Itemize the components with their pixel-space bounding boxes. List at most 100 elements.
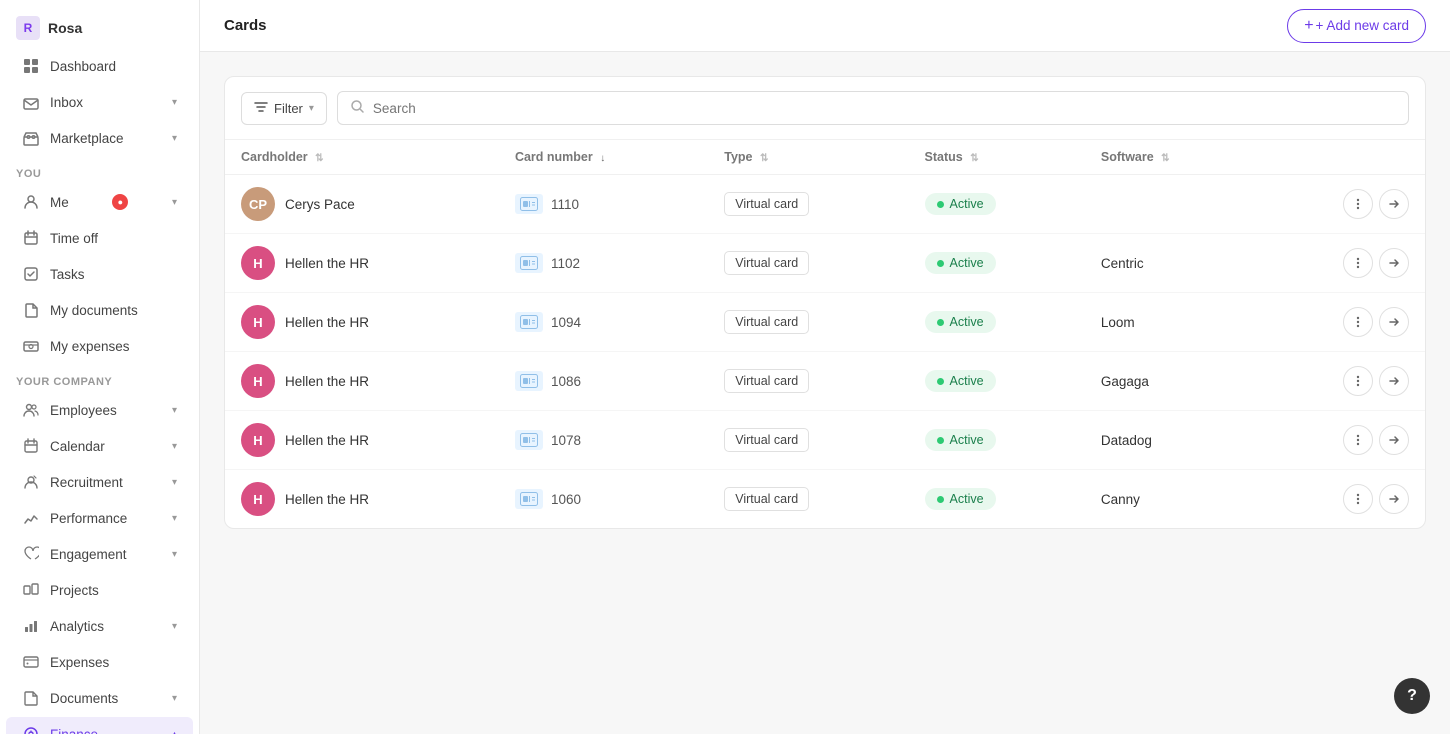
avatar: H — [241, 482, 275, 516]
page-title: Cards — [224, 17, 267, 34]
you-section-label: YOU — [0, 156, 199, 184]
sidebar-item-my-documents[interactable]: My documents — [6, 293, 193, 327]
store-icon — [22, 129, 40, 147]
sidebar-item-calendar[interactable]: Calendar ▾ — [6, 429, 193, 463]
more-options-button[interactable] — [1343, 307, 1373, 337]
sidebar-item-employees[interactable]: Employees ▾ — [6, 393, 193, 427]
more-options-button[interactable] — [1343, 425, 1373, 455]
sidebar-item-label: Analytics — [50, 619, 104, 634]
card-number: 1078 — [551, 433, 581, 448]
chevron-down-icon: ▾ — [172, 693, 177, 704]
status-badge: Active — [925, 252, 996, 274]
cardholder-cell: H Hellen the HR — [225, 411, 499, 470]
sidebar-item-label: Documents — [50, 691, 118, 706]
cards-table-container: Filter ▾ Cardholder ⇅ — [224, 76, 1426, 529]
sort-icon: ⇅ — [760, 153, 768, 164]
cardholder-cell: H Hellen the HR — [225, 234, 499, 293]
cardholder-name: Hellen the HR — [285, 492, 369, 507]
sidebar-item-label: Time off — [50, 231, 98, 246]
avatar: H — [241, 364, 275, 398]
actions-cell — [1257, 352, 1425, 411]
sidebar-item-label: Me — [50, 195, 69, 210]
filter-label: Filter — [274, 101, 303, 116]
sidebar-item-recruitment[interactable]: Recruitment ▾ — [6, 465, 193, 499]
notification-badge: ● — [112, 194, 128, 210]
type-badge: Virtual card — [724, 487, 809, 511]
go-to-card-button[interactable] — [1379, 248, 1409, 278]
sidebar-item-me[interactable]: Me ● ▾ — [6, 185, 193, 219]
go-to-card-button[interactable] — [1379, 484, 1409, 514]
more-options-button[interactable] — [1343, 189, 1373, 219]
sidebar-item-finance[interactable]: Finance ▴ — [6, 717, 193, 734]
sidebar-item-inbox[interactable]: Inbox ▾ — [6, 85, 193, 119]
col-cardholder[interactable]: Cardholder ⇅ — [225, 140, 499, 175]
card-number-cell: 1094 — [499, 293, 708, 352]
status-badge: Active — [925, 193, 996, 215]
more-options-button[interactable] — [1343, 366, 1373, 396]
sort-icon: ⇅ — [315, 153, 323, 164]
add-new-card-label: + Add new card — [1316, 18, 1409, 33]
filter-chevron-icon: ▾ — [309, 103, 314, 114]
sidebar-item-tasks[interactable]: Tasks — [6, 257, 193, 291]
col-card-number[interactable]: Card number ↓ — [499, 140, 708, 175]
type-cell: Virtual card — [708, 175, 908, 234]
main-area: Cards + + Add new card Filter ▾ — [200, 0, 1450, 734]
cardholder-cell: H Hellen the HR — [225, 352, 499, 411]
card-number-cell: 1086 — [499, 352, 708, 411]
software-cell: Canny — [1085, 470, 1257, 529]
go-to-card-button[interactable] — [1379, 307, 1409, 337]
search-icon — [350, 99, 365, 117]
type-cell: Virtual card — [708, 411, 908, 470]
sidebar-item-label: My expenses — [50, 339, 130, 354]
card-chip-icon — [515, 430, 543, 450]
col-type[interactable]: Type ⇅ — [708, 140, 908, 175]
projects-icon — [22, 581, 40, 599]
sidebar-item-performance[interactable]: Performance ▾ — [6, 501, 193, 535]
sidebar-item-analytics[interactable]: Analytics ▾ — [6, 609, 193, 643]
more-options-button[interactable] — [1343, 248, 1373, 278]
sidebar-item-expenses[interactable]: Expenses — [6, 645, 193, 679]
col-status[interactable]: Status ⇅ — [909, 140, 1085, 175]
table-row: CP Cerys Pace 1110 Virtual card Active — [225, 175, 1425, 234]
sidebar-item-my-expenses[interactable]: My expenses — [6, 329, 193, 363]
sidebar-item-marketplace[interactable]: Marketplace ▾ — [6, 121, 193, 155]
software-cell: Loom — [1085, 293, 1257, 352]
go-to-card-button[interactable] — [1379, 425, 1409, 455]
sidebar-item-documents[interactable]: Documents ▾ — [6, 681, 193, 715]
analytics-icon — [22, 617, 40, 635]
search-input[interactable] — [373, 101, 1396, 116]
card-number-cell: 1060 — [499, 470, 708, 529]
app-logo: R Rosa — [0, 0, 199, 48]
sidebar-item-projects[interactable]: Projects — [6, 573, 193, 607]
software-cell: Gagaga — [1085, 352, 1257, 411]
go-to-card-button[interactable] — [1379, 366, 1409, 396]
card-number: 1102 — [551, 256, 580, 271]
chevron-down-icon: ▾ — [172, 513, 177, 524]
sidebar-item-time-off[interactable]: Time off — [6, 221, 193, 255]
help-button[interactable]: ? — [1394, 678, 1430, 714]
more-options-button[interactable] — [1343, 484, 1373, 514]
type-cell: Virtual card — [708, 293, 908, 352]
sidebar-item-label: Performance — [50, 511, 127, 526]
add-new-card-button[interactable]: + + Add new card — [1287, 9, 1426, 43]
logo-text: Rosa — [48, 20, 82, 36]
status-cell: Active — [909, 293, 1085, 352]
chevron-down-icon: ▾ — [172, 405, 177, 416]
actions-cell — [1257, 175, 1425, 234]
cardholder-cell: H Hellen the HR — [225, 470, 499, 529]
sort-icon: ⇅ — [1161, 153, 1169, 164]
table-row: H Hellen the HR 1094 Virtual card Active… — [225, 293, 1425, 352]
engagement-icon — [22, 545, 40, 563]
filter-button[interactable]: Filter ▾ — [241, 92, 327, 125]
performance-icon — [22, 509, 40, 527]
go-to-card-button[interactable] — [1379, 189, 1409, 219]
sidebar-item-engagement[interactable]: Engagement ▾ — [6, 537, 193, 571]
documents-icon — [22, 689, 40, 707]
chevron-down-icon: ▾ — [172, 133, 177, 144]
sidebar-item-dashboard[interactable]: Dashboard — [6, 49, 193, 83]
person-icon — [22, 193, 40, 211]
col-software[interactable]: Software ⇅ — [1085, 140, 1257, 175]
sidebar-item-label: Calendar — [50, 439, 105, 454]
cardholder-name: Hellen the HR — [285, 433, 369, 448]
status-dot — [937, 201, 944, 208]
